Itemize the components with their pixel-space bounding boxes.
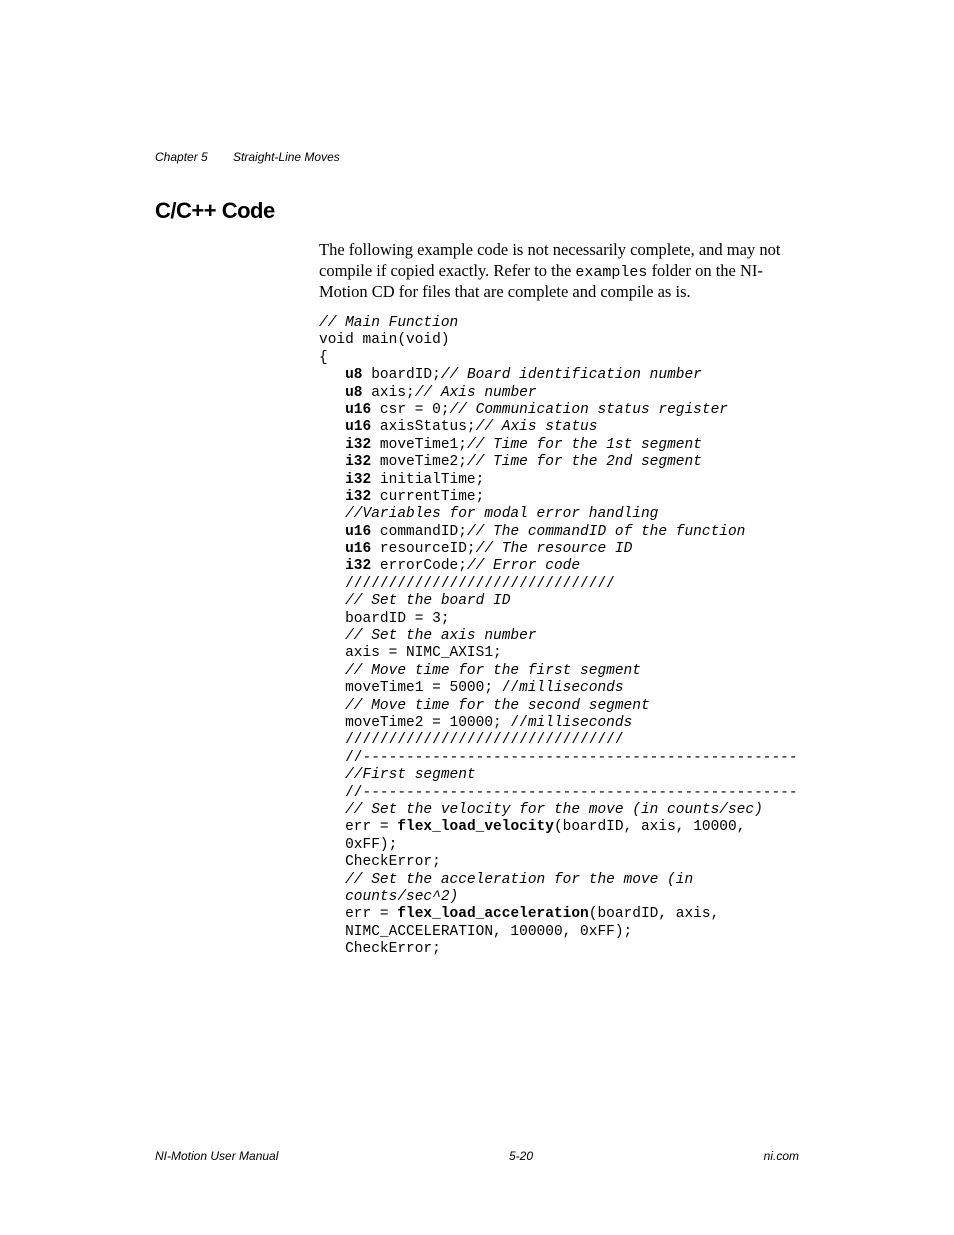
code-line: void main(void) [319, 332, 450, 348]
intro-code-word: examples [575, 264, 647, 281]
intro-paragraph: The following example code is not necess… [319, 240, 799, 303]
code-type: i32 [345, 437, 371, 453]
code-line: boardID = 3; [345, 611, 449, 627]
code-comment: // Set the velocity for the move (in cou… [345, 802, 763, 818]
code-text: boardID; [363, 367, 441, 383]
code-line: 0xFF); [345, 837, 397, 853]
code-text: (boardID, axis, 10000, [554, 819, 754, 835]
code-text: (boardID, axis, [589, 906, 728, 922]
code-line: //--------------------------------------… [345, 785, 797, 801]
code-text: err = [345, 819, 397, 835]
code-comment: milliseconds [519, 680, 623, 696]
code-comment: // Set the axis number [345, 628, 536, 644]
code-comment: // Board identification number [441, 367, 702, 383]
chapter-label: Chapter 5 [155, 150, 208, 164]
code-text: errorCode; [371, 558, 467, 574]
code-comment: // Move time for the second segment [345, 698, 650, 714]
code-comment: // Axis number [415, 385, 537, 401]
code-comment: //Variables for modal error handling [345, 506, 658, 522]
page-footer: NI-Motion User Manual 5-20 ni.com [155, 1149, 799, 1163]
code-comment: // The commandID of the function [467, 524, 745, 540]
code-line: CheckError; [345, 941, 441, 957]
code-text: moveTime2; [371, 454, 467, 470]
code-type: u16 [345, 541, 371, 557]
code-block: // Main Function void main(void) { u8 bo… [319, 315, 799, 958]
code-comment: //First segment [345, 767, 476, 783]
running-header: Chapter 5 Straight-Line Moves [155, 150, 799, 164]
code-func: flex_load_velocity [397, 819, 554, 835]
code-comment: // Axis status [476, 419, 598, 435]
code-text: moveTime2 = 10000; // [345, 715, 528, 731]
code-comment: // Communication status register [450, 402, 728, 418]
code-comment: // Set the acceleration for the move (in [345, 872, 702, 888]
code-type: i32 [345, 472, 371, 488]
code-text: moveTime1; [371, 437, 467, 453]
code-line: // Main Function [319, 315, 458, 331]
code-type: i32 [345, 454, 371, 470]
code-comment: // Set the board ID [345, 593, 510, 609]
code-line: //--------------------------------------… [345, 750, 797, 766]
footer-center: 5-20 [509, 1149, 533, 1163]
code-type: i32 [345, 489, 371, 505]
code-type: i32 [345, 558, 371, 574]
code-text: err = [345, 906, 397, 922]
code-func: flex_load_acceleration [397, 906, 588, 922]
code-text: resourceID; [371, 541, 475, 557]
code-text: axis; [363, 385, 415, 401]
code-type: u16 [345, 419, 371, 435]
code-line: axis = NIMC_AXIS1; [345, 645, 502, 661]
code-comment: milliseconds [528, 715, 632, 731]
section-heading: C/C++ Code [155, 198, 799, 224]
chapter-title: Straight-Line Moves [233, 150, 340, 164]
footer-right: ni.com [764, 1149, 799, 1163]
code-type: u8 [345, 367, 362, 383]
code-text: axisStatus; [371, 419, 475, 435]
code-text: moveTime1 = 5000; // [345, 680, 519, 696]
code-line: { [319, 350, 328, 366]
code-comment: // Move time for the first segment [345, 663, 641, 679]
code-comment: counts/sec^2) [345, 889, 458, 905]
code-text: initialTime; [371, 472, 484, 488]
code-type: u8 [345, 385, 362, 401]
code-type: u16 [345, 524, 371, 540]
footer-left: NI-Motion User Manual [155, 1149, 278, 1163]
code-text: csr = 0; [371, 402, 449, 418]
code-comment: // Time for the 1st segment [467, 437, 702, 453]
code-comment: // Time for the 2nd segment [467, 454, 702, 470]
code-line: CheckError; [345, 854, 441, 870]
code-line: /////////////////////////////// [345, 576, 615, 592]
code-comment: // The resource ID [476, 541, 633, 557]
code-comment: // Error code [467, 558, 580, 574]
code-type: u16 [345, 402, 371, 418]
code-text: commandID; [371, 524, 467, 540]
code-line: //////////////////////////////// [345, 732, 623, 748]
code-line: NIMC_ACCELERATION, 100000, 0xFF); [345, 924, 632, 940]
code-text: currentTime; [371, 489, 484, 505]
page-content: Chapter 5 Straight-Line Moves C/C++ Code… [0, 0, 954, 958]
